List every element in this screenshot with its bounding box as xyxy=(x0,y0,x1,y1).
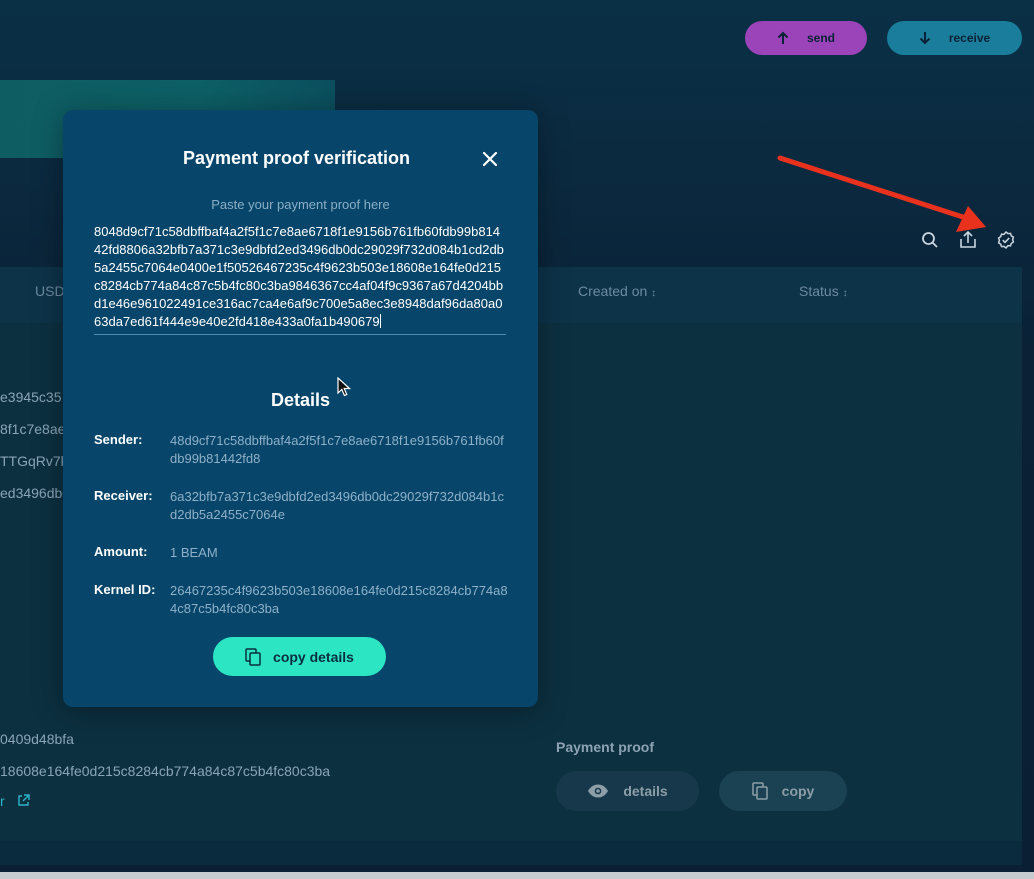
send-label: send xyxy=(806,31,835,45)
text-caret xyxy=(379,314,381,329)
bottom-band xyxy=(0,841,1022,865)
receiver-value: 6a32bfb7a371c3e9dbfd2ed3496db0dc29029f73… xyxy=(170,489,504,522)
receiver-label: Receiver: xyxy=(94,488,153,503)
close-icon[interactable] xyxy=(481,150,499,168)
arrow-down-icon xyxy=(919,32,931,45)
amount-label: Amount: xyxy=(94,544,148,559)
bg-fragment: ed3496db0 xyxy=(0,485,71,501)
column-created-label: Created on xyxy=(578,283,648,299)
sort-icon: ↕ xyxy=(651,288,657,299)
bg-fragment: 18608e164fe0d215c8284cb774a84c87c5b4fc80… xyxy=(0,763,331,779)
arrow-up-icon xyxy=(777,31,789,44)
sort-icon: ↕ xyxy=(842,288,848,299)
column-created-on[interactable]: Created on ↕ xyxy=(578,283,656,299)
details-heading: Details xyxy=(270,390,331,410)
amount-value: 1 BEAM xyxy=(170,545,218,560)
payment-proof-copy-button[interactable]: copy xyxy=(719,771,847,811)
payment-proof-details-button[interactable]: details xyxy=(556,771,699,811)
eye-icon xyxy=(588,784,609,798)
kernel-id-label: Kernel ID: xyxy=(94,582,156,597)
window-bottom-edge xyxy=(0,872,1034,879)
column-status[interactable]: Status ↕ xyxy=(799,283,848,299)
copy-details-label: copy details xyxy=(273,648,354,665)
mouse-cursor-icon xyxy=(337,377,351,397)
send-button[interactable]: send xyxy=(745,21,867,55)
payment-proof-verification-dialog: Payment proof verification Paste your pa… xyxy=(63,110,538,707)
column-status-label: Status xyxy=(799,283,839,299)
payment-proof-value: 8048d9cf71c58dbffbaf4a2f5f1c7e8ae6718f1e… xyxy=(94,224,504,330)
copy-label: copy xyxy=(781,783,815,799)
sender-value: 48d9cf71c58dbffbaf4a2f5f1c7e8ae6718f1e91… xyxy=(170,433,504,466)
annotation-arrow-icon xyxy=(777,155,986,232)
details-label: details xyxy=(623,783,668,799)
bg-fragment: e3945c35 xyxy=(0,389,62,405)
external-link-icon xyxy=(17,794,30,806)
payment-proof-label: Payment proof xyxy=(556,739,655,755)
column-usd[interactable]: USD xyxy=(35,283,65,299)
copy-details-button[interactable]: copy details xyxy=(213,637,386,676)
kernel-id-value: 26467235c4f9623b503e18608e164fe0d215c828… xyxy=(170,583,508,616)
paste-hint: Paste your payment proof here xyxy=(211,197,390,212)
receive-label: receive xyxy=(948,31,991,45)
payment-proof-input[interactable]: 8048d9cf71c58dbffbaf4a2f5f1c7e8ae6718f1e… xyxy=(94,223,506,335)
explorer-link-label: r xyxy=(0,793,5,809)
sender-label: Sender: xyxy=(94,432,143,447)
copy-icon xyxy=(245,647,261,666)
receive-button[interactable]: receive xyxy=(887,21,1022,55)
copy-icon xyxy=(751,782,768,800)
bg-fragment: 0409d48bfa xyxy=(0,731,74,747)
bg-fragment: TTGqRv7k xyxy=(0,453,68,469)
dialog-title: Payment proof verification xyxy=(182,148,411,168)
explorer-link[interactable]: r xyxy=(0,793,30,809)
